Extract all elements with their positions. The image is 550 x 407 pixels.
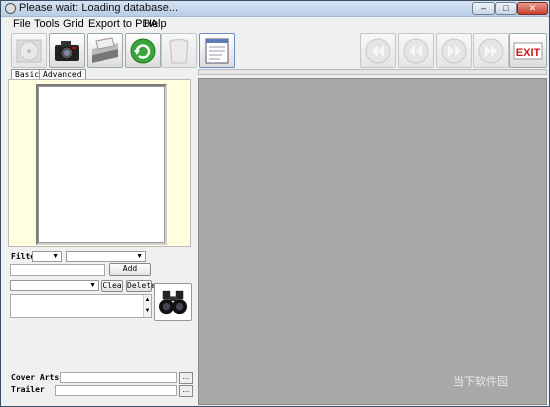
refresh-icon [130,38,156,63]
left-panel: Basic Advanced [8,69,194,249]
add-input[interactable] [10,264,105,276]
notes-scrollbar[interactable]: ▲ ▼ [143,295,151,317]
window-title: Please wait: Loading database... [19,2,179,14]
first-icon [365,38,391,63]
exit-text: EXIT [516,47,541,59]
toolbar-next-button[interactable] [436,33,472,68]
cover-arts-browse-button[interactable]: ... [179,372,193,384]
maximize-button[interactable]: □ [495,2,517,15]
exit-icon: EXIT [513,42,543,59]
toolbar-refresh-button[interactable] [125,33,161,68]
toolbar: EXIT [1,32,549,70]
details-header-strip [198,69,547,75]
title-bar: Please wait: Loading database... – □ ✕ [1,1,549,17]
minimize-button[interactable]: – [472,2,495,15]
watermark-text: 当下软件园 [453,376,508,388]
document-icon [205,38,229,63]
toolbar-disc-button[interactable] [11,33,47,68]
menu-help[interactable]: Help [144,18,167,30]
clear-button[interactable]: Clea [101,280,123,292]
main-window: Please wait: Loading database... – □ ✕ F… [0,0,550,407]
menu-file[interactable]: File [13,18,31,30]
trailer-label: Trailer [11,385,45,394]
menu-bar: File Tools Grid Export to PDA Help [1,18,549,31]
trailer-input[interactable] [55,385,177,396]
cover-arts-input[interactable] [60,372,177,383]
toolbar-previous-button[interactable] [398,33,434,68]
filter-field-select[interactable]: ▼ [32,251,62,262]
toolbar-scanner-button[interactable] [87,33,123,68]
cover-arts-label: Cover Arts [11,373,60,382]
camera-icon [55,40,79,61]
basic-tab-panel [8,79,191,247]
notes-textarea[interactable]: ▲ ▼ [10,294,152,318]
category-select[interactable]: ▼ [10,280,99,291]
disc-icon [16,39,42,62]
menu-grid[interactable]: Grid [63,18,84,30]
details-panel [198,78,547,405]
toolbar-trash-button[interactable] [161,33,197,68]
last-icon [478,38,504,63]
filter-value-select[interactable]: ▼ [66,251,146,262]
previous-icon [403,38,429,63]
search-button[interactable] [154,283,192,321]
toolbar-first-button[interactable] [360,33,396,68]
toolbar-camera-button[interactable] [49,33,85,68]
next-icon [441,38,467,63]
scanner-icon [92,36,118,63]
movie-list[interactable] [36,84,167,245]
binoculars-icon [159,290,187,315]
close-button[interactable]: ✕ [517,2,548,15]
add-button[interactable]: Add [109,263,151,276]
menu-tools[interactable]: Tools [34,18,60,30]
trailer-browse-button[interactable]: ... [179,385,193,397]
toolbar-document-button[interactable] [199,33,235,68]
delete-button[interactable]: Delete [126,280,156,292]
toolbar-last-button[interactable] [473,33,509,68]
watermark: 当下软件园 [453,373,545,397]
trash-icon [169,38,189,63]
app-icon [5,3,16,14]
toolbar-exit-button[interactable]: EXIT [509,33,547,68]
